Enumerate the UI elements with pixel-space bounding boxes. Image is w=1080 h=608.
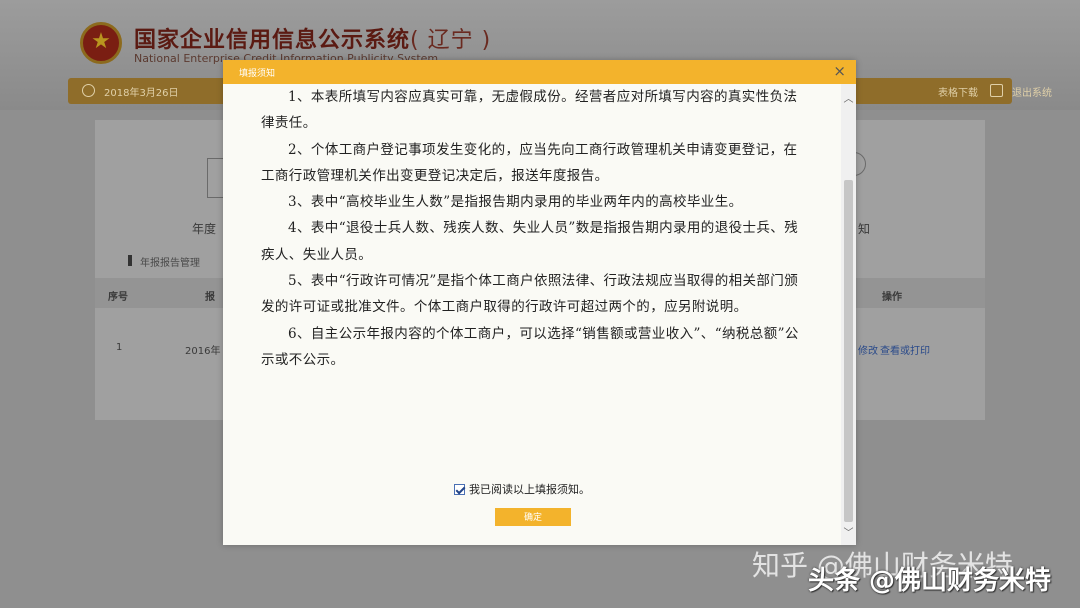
column-header-report: 报 [205, 292, 215, 303]
notice-label: 知 [858, 222, 871, 236]
notice-paragraph: 2、个体工商户登记事项发生变化的，应当先向工商行政管理机关申请变更登记，在工商行… [261, 141, 798, 184]
confirm-button[interactable]: 确定 [495, 508, 571, 526]
annual-label: 年度 [192, 222, 217, 236]
dialog-title: 填报须知 [239, 69, 276, 79]
agree-checkbox-row[interactable]: 我已阅读以上填报须知。 [454, 481, 590, 497]
modify-link[interactable]: 修改 [858, 342, 878, 357]
notice-paragraph: 6、自主公示年报内容的个体工商户，可以选择“销售额或营业收入”、“纳税总额”公示… [261, 325, 799, 368]
notice-dialog: 填报须知 × 1、本表所填写内容应真实可靠，无虚假成份。经营者应对所填写内容的真… [223, 60, 856, 545]
notice-text: 1、本表所填写内容应真实可靠，无虚假成份。经营者应对所填写内容的真实性负法律责任… [261, 84, 801, 373]
logout-link[interactable]: 退出系统 [1012, 84, 1052, 99]
dialog-header: 填报须知 × [223, 60, 856, 84]
section-title: 年报报告管理 [128, 254, 200, 269]
clock-icon [82, 84, 95, 97]
dialog-body[interactable]: 1、本表所填写内容应真实可靠，无虚假成份。经营者应对所填写内容的真实性负法律责任… [223, 84, 841, 545]
notice-paragraph: 4、表中“退役士兵人数、残疾人数、失业人员”数是指报告期内录用的退役士兵、残疾人… [261, 220, 799, 263]
row-year: 2016年 [185, 346, 221, 357]
national-emblem-icon [80, 22, 122, 64]
notice-paragraph: 3、表中“高校毕业生人数”是指报告期内录用的毕业两年内的高校毕业生。 [288, 194, 743, 211]
view-print-link[interactable]: 查看或打印 [880, 342, 930, 357]
close-icon[interactable]: × [833, 63, 846, 79]
column-header-index: 序号 [108, 292, 128, 303]
agree-checkbox[interactable] [454, 483, 465, 495]
site-title: 国家企业信用信息公示系统( 辽宁 ) [134, 28, 492, 53]
agree-label: 我已阅读以上填报须知。 [469, 483, 590, 496]
dialog-scrollbar[interactable]: ︿ ﹀ [841, 84, 856, 545]
scroll-thumb[interactable] [844, 180, 853, 522]
scroll-down-icon[interactable]: ﹀ [841, 524, 856, 539]
toutiao-watermark: 头条 @佛山财务米特 [808, 566, 1052, 596]
logout-icon [990, 84, 1003, 97]
scroll-up-icon[interactable]: ︿ [841, 90, 856, 105]
download-link[interactable]: 表格下载 [938, 84, 978, 99]
notice-paragraph: 1、本表所填写内容应真实可靠，无虚假成份。经营者应对所填写内容的真实性负法律责任… [261, 89, 798, 132]
column-header-actions: 操作 [882, 292, 902, 303]
row-index: 1 [116, 342, 123, 353]
notice-paragraph: 5、表中“行政许可情况”是指个体工商户依照法律、行政法规应当取得的相关部门颁发的… [261, 273, 799, 316]
nav-date: 2018年3月26日 [104, 88, 179, 99]
